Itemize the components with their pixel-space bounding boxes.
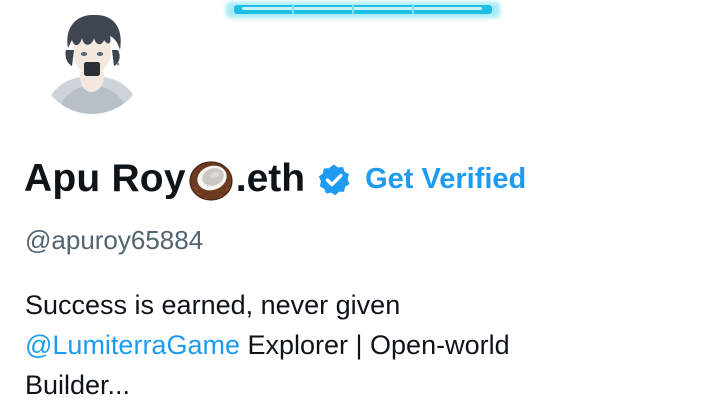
verified-badge-icon[interactable] <box>317 163 351 197</box>
mention-link[interactable]: @LumiterraGame <box>25 330 240 360</box>
banner-image[interactable] <box>222 0 504 24</box>
avatar-image <box>38 6 146 114</box>
profile-bio: Success is earned, never given @Lumiterr… <box>25 285 685 404</box>
coconut-icon <box>188 157 234 203</box>
avatar[interactable] <box>38 6 146 114</box>
bio-line-3: Builder... <box>25 370 131 400</box>
display-name: Apu Roy <box>24 157 186 200</box>
display-name-row: Apu Roy .eth Get Verified <box>24 152 526 206</box>
profile-header: Apu Roy .eth Get Verified @apuroy65884 S… <box>0 0 720 404</box>
bio-line-2-text: Explorer | Open-world <box>239 330 510 360</box>
bio-line-1: Success is earned, never given <box>25 290 401 320</box>
display-name-suffix: .eth <box>235 157 306 200</box>
get-verified-button[interactable]: Get Verified <box>365 163 526 196</box>
bio-line-2: @LumiterraGame Explorer | Open-world <box>25 325 685 365</box>
username-handle: @apuroy65884 <box>25 225 204 255</box>
